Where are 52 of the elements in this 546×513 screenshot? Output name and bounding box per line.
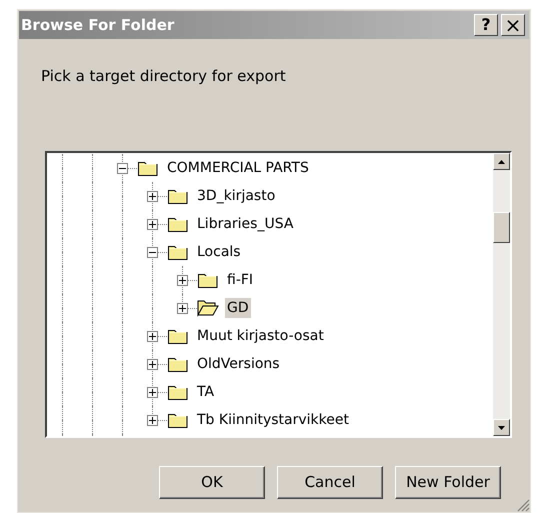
plus-icon xyxy=(149,333,156,340)
expander-toggle[interactable] xyxy=(177,303,188,314)
dialog-button[interactable]: OK xyxy=(159,466,265,499)
folder-icon xyxy=(197,271,219,290)
expander-toggle[interactable] xyxy=(177,275,188,286)
folder-label[interactable]: Locals xyxy=(195,242,243,262)
resize-grip-icon xyxy=(517,499,530,512)
plus-icon xyxy=(149,417,156,424)
expander-toggle[interactable] xyxy=(147,415,158,426)
help-button[interactable]: ? xyxy=(474,14,498,36)
folder-label[interactable]: COMMERCIAL PARTS xyxy=(165,158,311,178)
folder-icon xyxy=(167,215,189,234)
folder-label[interactable]: fi-FI xyxy=(225,270,256,290)
folder-icon xyxy=(137,159,159,178)
expander-toggle[interactable] xyxy=(147,331,158,342)
dialog-button[interactable]: New Folder xyxy=(395,466,501,499)
scroll-thumb[interactable] xyxy=(493,212,510,244)
folder-label[interactable]: Muut kirjasto-osat xyxy=(195,326,326,346)
expander-toggle[interactable] xyxy=(147,359,158,370)
plus-icon xyxy=(149,221,156,228)
scroll-up-button[interactable] xyxy=(493,153,510,170)
plus-icon xyxy=(179,305,186,312)
window-title: Browse For Folder xyxy=(21,14,176,36)
scrollbar[interactable] xyxy=(493,153,510,436)
folder-label[interactable]: TA xyxy=(195,382,216,402)
folder-label[interactable]: Libraries_USA xyxy=(195,214,296,234)
folder-icon xyxy=(167,327,189,346)
close-button[interactable]: × xyxy=(501,14,525,36)
folder-icon xyxy=(167,383,189,402)
dialog-button[interactable]: Cancel xyxy=(277,466,383,499)
plus-icon xyxy=(149,389,156,396)
up-arrow-icon xyxy=(498,160,505,164)
down-arrow-icon xyxy=(498,426,505,430)
folder-label[interactable]: 3D_kirjasto xyxy=(195,186,278,206)
plus-icon xyxy=(179,277,186,284)
prompt-text: Pick a target directory for export xyxy=(41,66,287,87)
expander-toggle[interactable] xyxy=(117,163,128,174)
plus-icon xyxy=(149,193,156,200)
folder-label[interactable]: GD xyxy=(225,298,251,318)
folder-icon xyxy=(197,299,219,318)
expander-toggle[interactable] xyxy=(147,247,158,258)
folder-icon xyxy=(167,187,189,206)
folder-icon xyxy=(167,243,189,262)
expander-toggle[interactable] xyxy=(147,219,158,230)
plus-icon xyxy=(149,361,156,368)
expander-toggle[interactable] xyxy=(147,191,158,202)
folder-label[interactable]: Tb Kiinnitystarvikkeet xyxy=(195,410,351,430)
expander-toggle[interactable] xyxy=(147,387,158,398)
scroll-down-button[interactable] xyxy=(493,419,510,436)
folder-label[interactable]: OldVersions xyxy=(195,354,282,374)
folder-icon xyxy=(167,411,189,430)
folder-icon xyxy=(167,355,189,374)
